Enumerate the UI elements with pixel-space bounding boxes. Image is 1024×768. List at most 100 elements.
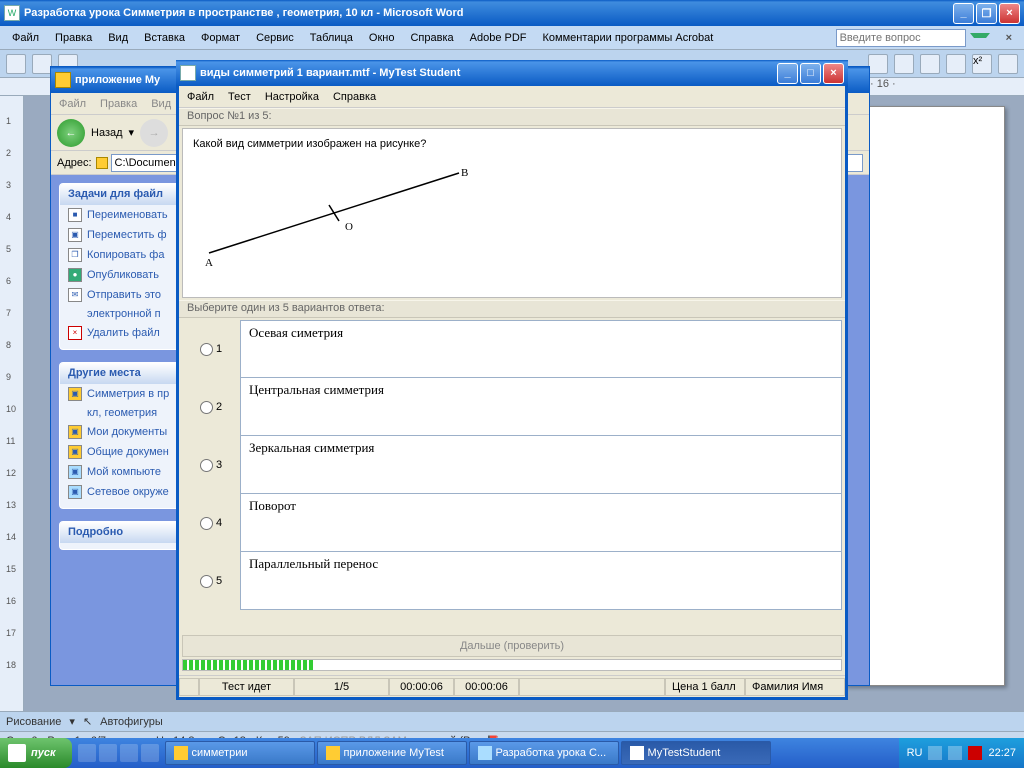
start-button[interactable]: пуск xyxy=(0,738,72,768)
toolbar-btn[interactable] xyxy=(6,54,26,74)
folder-icon xyxy=(326,746,340,760)
list-numbered-button[interactable] xyxy=(920,54,940,74)
answer-row-5: 5 Параллельный перенос xyxy=(182,552,842,610)
mytest-close-button[interactable]: × xyxy=(823,63,844,84)
word-menu-adobe[interactable]: Adobe PDF xyxy=(464,30,533,46)
ql-icon[interactable] xyxy=(78,744,96,762)
word-draw-toolbar: Рисование▾ ↖ Автофигуры xyxy=(0,711,1024,731)
answer-radio-5[interactable] xyxy=(200,575,213,588)
ql-icon[interactable] xyxy=(120,744,138,762)
tray-icon[interactable] xyxy=(948,746,962,760)
tray-lang[interactable]: RU xyxy=(907,747,923,759)
quicklaunch xyxy=(78,744,159,762)
explorer-menu-view[interactable]: Вид xyxy=(151,98,171,110)
shared-icon: ▣ xyxy=(68,445,82,459)
folder-icon xyxy=(55,72,71,88)
task-word[interactable]: Разработка урока С... xyxy=(469,741,619,765)
word-minimize-button[interactable]: _ xyxy=(953,3,974,24)
word-vertical-ruler: 123 456 789 101112 131415 161718 xyxy=(0,96,24,713)
ask-dropdown-icon[interactable] xyxy=(970,33,990,42)
word-menu-window[interactable]: Окно xyxy=(363,30,401,46)
word-icon xyxy=(478,746,492,760)
progress-bar xyxy=(182,659,842,671)
status-price: Цена 1 балл xyxy=(665,678,745,696)
answer-num: 1 xyxy=(216,343,222,355)
answer-text-1[interactable]: Осевая симетрия xyxy=(240,320,842,378)
answer-radio-2[interactable] xyxy=(200,401,213,414)
answer-num: 5 xyxy=(216,575,222,587)
taskbar: пуск симметрии приложение MyTest Разрабо… xyxy=(0,738,1024,768)
word-menu-table[interactable]: Таблица xyxy=(304,30,359,46)
tray-clock[interactable]: 22:27 xyxy=(988,747,1016,759)
answer-row-4: 4 Поворот xyxy=(182,494,842,552)
word-menu-service[interactable]: Сервис xyxy=(250,30,300,46)
answer-row-3: 3 Зеркальная симметрия xyxy=(182,436,842,494)
ql-icon[interactable] xyxy=(99,744,117,762)
word-menu-insert[interactable]: Вставка xyxy=(138,30,191,46)
back-button[interactable]: ← xyxy=(57,119,85,147)
answer-text-4[interactable]: Поворот xyxy=(240,494,842,552)
mytest-menu-settings[interactable]: Настройка xyxy=(265,91,319,103)
next-check-button[interactable]: Дальше (проверить) xyxy=(182,635,842,657)
word-menu-bar: Файл Правка Вид Вставка Формат Сервис Та… xyxy=(0,26,1024,50)
word-close-button[interactable]: × xyxy=(999,3,1020,24)
word-menu-format[interactable]: Формат xyxy=(195,30,246,46)
doc-close-button[interactable]: × xyxy=(1000,30,1018,46)
tray-icon[interactable] xyxy=(968,746,982,760)
forward-button[interactable]: → xyxy=(140,119,168,147)
mytest-menu-help[interactable]: Справка xyxy=(333,91,376,103)
word-titlebar: W Разработка урока Симметрия в пространс… xyxy=(0,0,1024,26)
explorer-menu-edit[interactable]: Правка xyxy=(100,98,137,110)
publish-icon: ● xyxy=(68,268,82,282)
mytest-menu-test[interactable]: Тест xyxy=(228,91,251,103)
indent-decrease-button[interactable] xyxy=(868,54,888,74)
list-bullets-button[interactable] xyxy=(946,54,966,74)
word-menu-file[interactable]: Файл xyxy=(6,30,45,46)
answer-text-3[interactable]: Зеркальная симметрия xyxy=(240,436,842,494)
rename-icon: ■ xyxy=(68,208,82,222)
word-menu-edit[interactable]: Правка xyxy=(49,30,98,46)
ask-question-box[interactable] xyxy=(836,29,966,47)
task-mytest-folder[interactable]: приложение MyTest xyxy=(317,741,467,765)
word-title-text: Разработка урока Симметрия в пространств… xyxy=(24,7,953,19)
answer-radio-3[interactable] xyxy=(200,459,213,472)
indent-increase-button[interactable] xyxy=(894,54,914,74)
task-mytest-app[interactable]: MyTestStudent xyxy=(621,741,771,765)
ask-question-input[interactable] xyxy=(836,29,966,47)
status-progress: 1/5 xyxy=(294,678,389,696)
folder-icon: ▣ xyxy=(68,387,82,401)
word-menu-view[interactable]: Вид xyxy=(102,30,134,46)
status-name: Фамилия Имя xyxy=(745,678,845,696)
word-restore-button[interactable]: ❐ xyxy=(976,3,997,24)
question-text: Какой вид симметрии изображен на рисунке… xyxy=(193,138,426,150)
answer-text-2[interactable]: Центральная симметрия xyxy=(240,378,842,436)
superscript-button[interactable]: x² xyxy=(972,54,992,74)
mytest-window: виды симметрий 1 вариант.mtf - MyTest St… xyxy=(176,60,848,700)
task-folder[interactable]: симметрии xyxy=(165,741,315,765)
mytest-icon xyxy=(630,746,644,760)
style-button[interactable] xyxy=(998,54,1018,74)
draw-menu[interactable]: Рисование xyxy=(6,716,61,728)
windows-flag-icon xyxy=(8,744,26,762)
mytest-maximize-button[interactable]: □ xyxy=(800,63,821,84)
word-menu-help[interactable]: Справка xyxy=(404,30,459,46)
mytest-minimize-button[interactable]: _ xyxy=(777,63,798,84)
pointer-icon[interactable]: ↖ xyxy=(83,715,92,728)
answer-radio-4[interactable] xyxy=(200,517,213,530)
tray-icon[interactable] xyxy=(928,746,942,760)
word-menu-acrobat[interactable]: Комментарии программы Acrobat xyxy=(537,30,720,46)
autofigures-menu[interactable]: Автофигуры xyxy=(100,716,163,728)
answer-num: 3 xyxy=(216,459,222,471)
explorer-title-text: приложение My xyxy=(75,74,160,86)
mytest-menu: Файл Тест Настройка Справка xyxy=(179,86,845,108)
ql-icon[interactable] xyxy=(141,744,159,762)
answer-radio-1[interactable] xyxy=(200,343,213,356)
folder-icon xyxy=(96,157,108,169)
question-area: Какой вид симметрии изображен на рисунке… xyxy=(182,128,842,298)
mytest-menu-file[interactable]: Файл xyxy=(187,91,214,103)
back-label: Назад xyxy=(91,127,123,139)
mytest-titlebar: виды симметрий 1 вариант.mtf - MyTest St… xyxy=(176,60,848,86)
answer-text-5[interactable]: Параллельный перенос xyxy=(240,552,842,610)
explorer-menu-file[interactable]: Файл xyxy=(59,98,86,110)
toolbar-btn[interactable] xyxy=(32,54,52,74)
